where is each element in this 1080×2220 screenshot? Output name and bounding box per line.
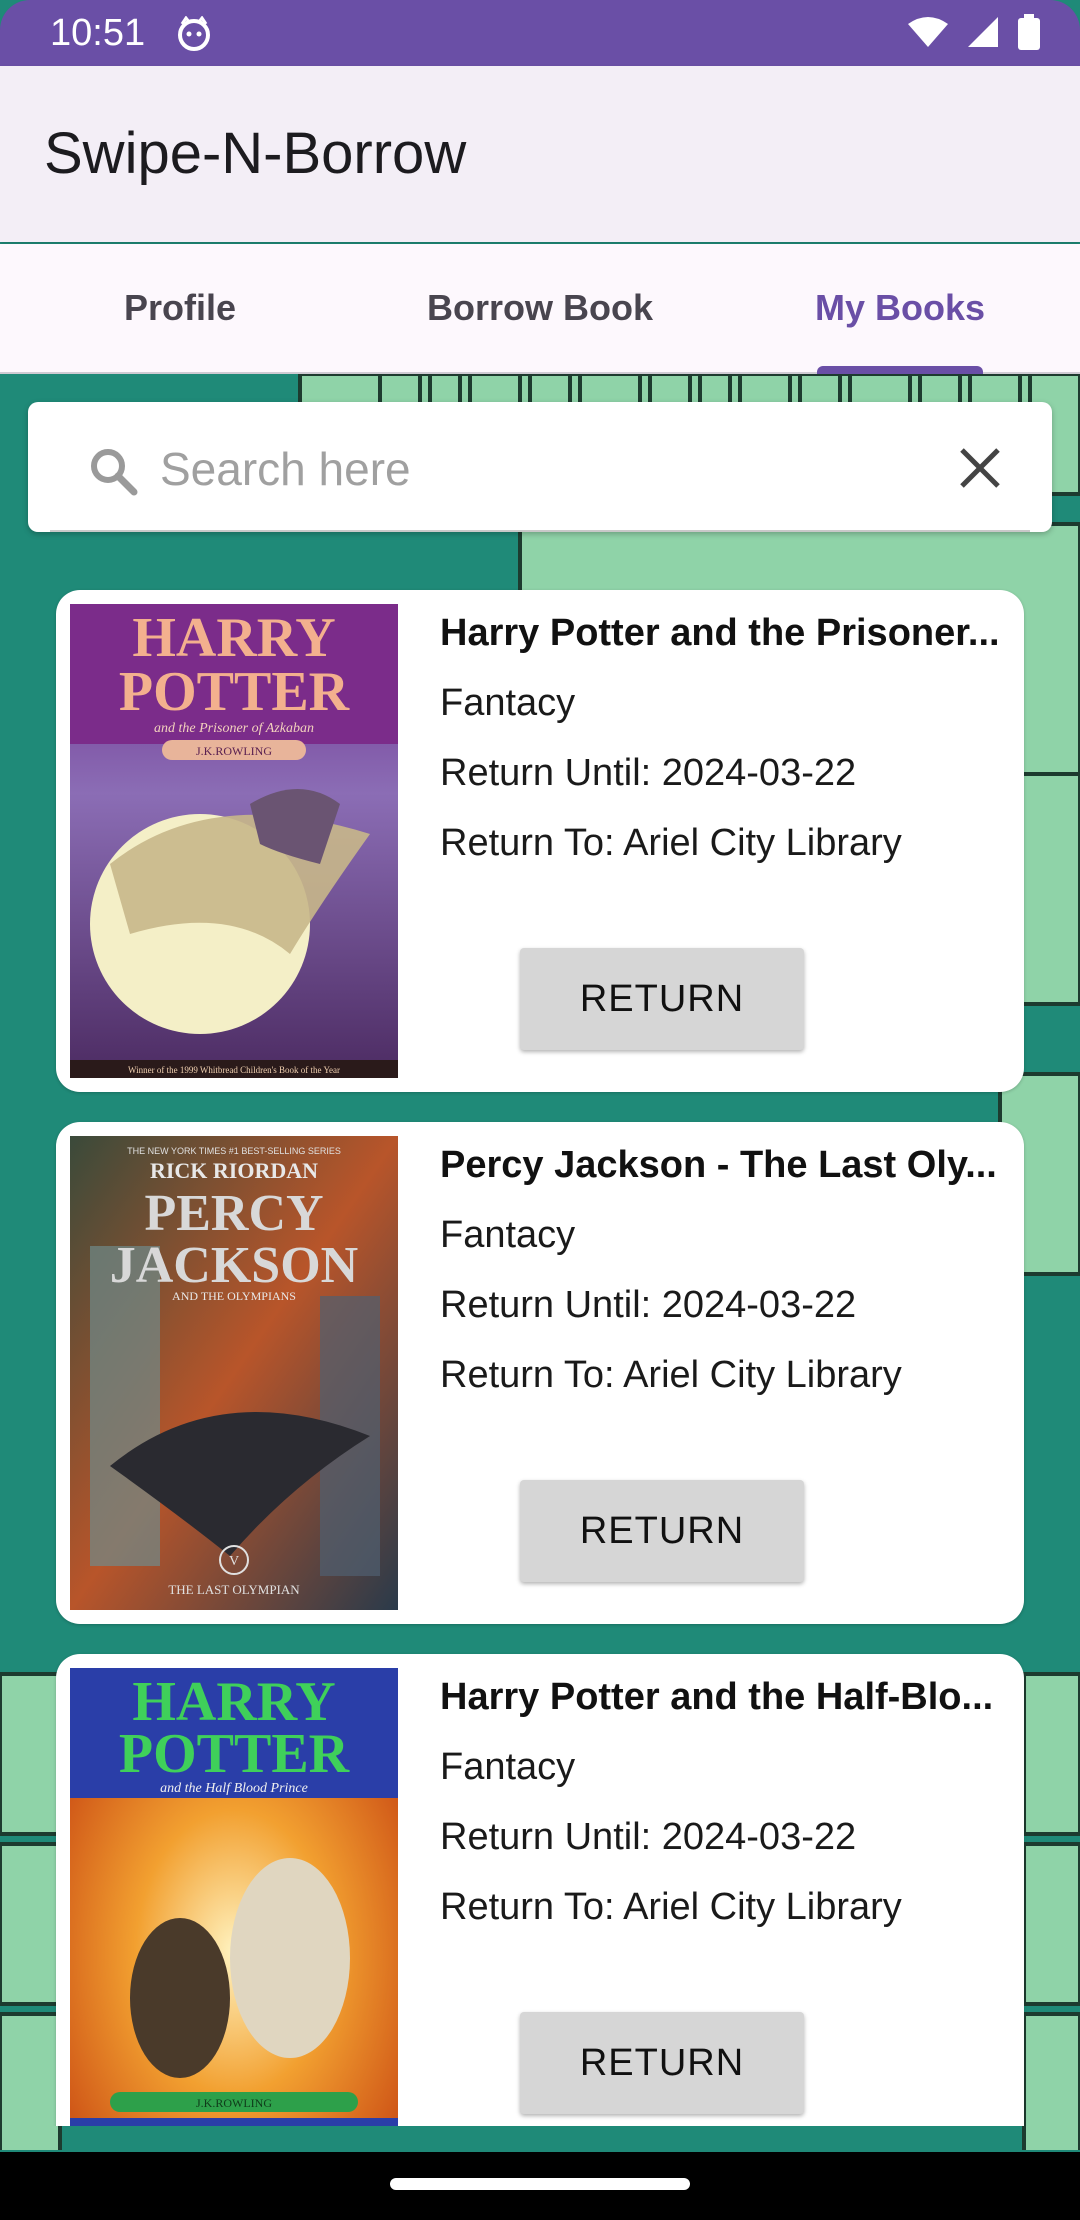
home-gesture-handle[interactable] bbox=[390, 2178, 690, 2190]
book-cover-image: HARRY POTTER and the Half Blood Prince J… bbox=[70, 1668, 398, 2126]
cover-title-line2: POTTER bbox=[119, 1723, 350, 1785]
book-return-to: Return To: Ariel City Library bbox=[440, 822, 902, 864]
cover-volume: V bbox=[229, 1554, 239, 1569]
cover-subtitle: AND THE OLYMPIANS bbox=[172, 1289, 296, 1303]
book-title: Harry Potter and the Half-Blo... bbox=[440, 1676, 994, 1718]
book-cover-image: HARRY POTTER and the Prisoner of Azkaban… bbox=[70, 604, 398, 1078]
book-return-until: Return Until: 2024-03-22 bbox=[440, 752, 857, 794]
book-cover-image: THE NEW YORK TIMES #1 BEST-SELLING SERIE… bbox=[70, 1136, 398, 1610]
cover-title-line2: POTTER bbox=[119, 661, 350, 723]
return-button[interactable]: RETURN bbox=[520, 1480, 804, 1582]
book-return-until: Return Until: 2024-03-22 bbox=[440, 1284, 857, 1326]
book-genre: Fantacy bbox=[440, 1746, 576, 1788]
book-card: THE NEW YORK TIMES #1 BEST-SELLING SERIE… bbox=[56, 1122, 1024, 1624]
system-navigation-bar bbox=[0, 2152, 1080, 2220]
book-return-to: Return To: Ariel City Library bbox=[440, 1354, 902, 1396]
cover-footer: Winner of the 1999 Whitbread Children's … bbox=[128, 1065, 340, 1075]
book-genre: Fantacy bbox=[440, 1214, 576, 1256]
cover-title-line2: JACKSON bbox=[110, 1237, 358, 1294]
my-books-list[interactable]: HARRY POTTER and the Prisoner of Azkaban… bbox=[0, 0, 1080, 2126]
book-title: Percy Jackson - The Last Oly... bbox=[440, 1144, 997, 1186]
return-button[interactable]: RETURN bbox=[520, 948, 804, 1050]
book-return-until: Return Until: 2024-03-22 bbox=[440, 1816, 857, 1858]
book-return-to: Return To: Ariel City Library bbox=[440, 1886, 902, 1928]
book-card: HARRY POTTER and the Prisoner of Azkaban… bbox=[56, 590, 1024, 1092]
book-card: HARRY POTTER and the Half Blood Prince J… bbox=[56, 1654, 1024, 2126]
cover-author: J.K.ROWLING bbox=[196, 744, 272, 758]
cover-subtitle: and the Prisoner of Azkaban bbox=[154, 721, 314, 736]
return-button[interactable]: RETURN bbox=[520, 2012, 804, 2114]
book-genre: Fantacy bbox=[440, 682, 576, 724]
cover-top-line: THE NEW YORK TIMES #1 BEST-SELLING SERIE… bbox=[127, 1146, 341, 1156]
cover-title-line1: PERCY bbox=[144, 1185, 323, 1242]
cover-title-line1: HARRY bbox=[132, 607, 335, 669]
cover-subtitle: and the Half Blood Prince bbox=[160, 1781, 308, 1796]
book-title: Harry Potter and the Prisoner... bbox=[440, 612, 1000, 654]
cover-author: RICK RIORDAN bbox=[150, 1158, 318, 1183]
cover-author: J.K.ROWLING bbox=[196, 2096, 272, 2110]
cover-footer: THE LAST OLYMPIAN bbox=[168, 1582, 300, 1597]
